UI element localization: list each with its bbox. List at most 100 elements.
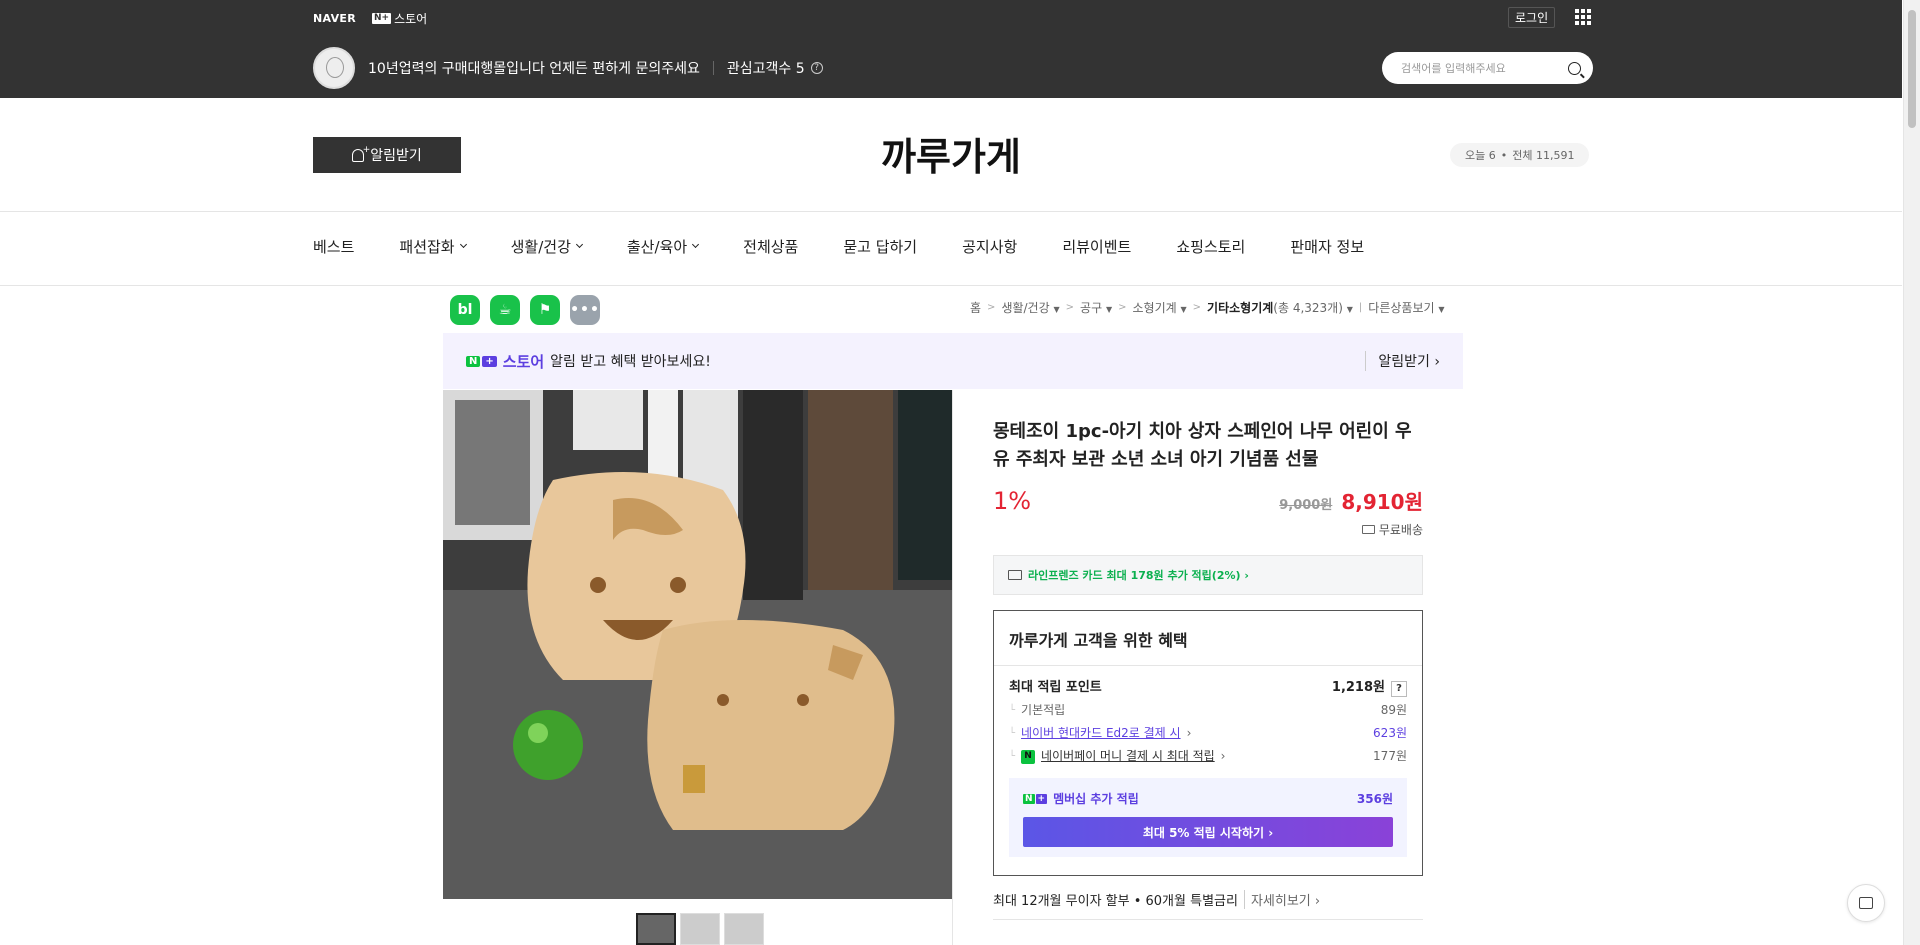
basic-points-row: └ 기본적립 89원 [1009,699,1407,722]
npay-value: 177원 [1373,749,1407,763]
nav-item-qna[interactable]: 묻고 답하기 [843,236,917,257]
card-benefit[interactable]: 라인프렌즈 카드 최대 178원 추가 적립(2%) › [993,555,1423,595]
nav-item-review-event[interactable]: 리뷰이벤트 [1062,236,1131,257]
chevron-down-icon [692,240,700,249]
chevron-right-icon: > [1065,302,1075,313]
npay-row: └ N 네이버페이 머니 결제 시 최대 적립 › 177원 [1009,745,1407,768]
favorite-count: 관심고객수 5 ? [727,58,823,78]
nplus-icon: N+ [1023,793,1048,804]
visit-total: 전체 11,591 [1512,149,1575,162]
nstore-promo-banner: N + 스토어 알림 받고 혜택 받아보세요! 알림받기 › [443,333,1463,389]
share-icon [1859,897,1873,909]
shipping-label: 무료배송 [1378,523,1423,537]
installment-detail-link[interactable]: 자세히보기 › [1243,890,1320,909]
nplus-store-logo: N + 스토어 [466,351,544,372]
cafe-share-icon[interactable]: ☕ [490,295,520,325]
product-photo [443,390,952,899]
product-info: 몽테조이 1pc-아기 치아 상자 스페인어 나무 어린이 우유 주최자 보관 … [993,418,1423,920]
nav-item-living[interactable]: 생활/건강 [511,236,583,257]
help-icon[interactable]: ? [810,62,823,74]
truck-icon [1361,525,1375,534]
npay-link[interactable]: 네이버페이 머니 결제 시 최대 적립 [1041,745,1215,768]
other-products-link[interactable]: 다른상품보기 ▼ [1368,299,1444,316]
membership-box: N + 멤버십 추가 적립 356원 최대 5% 적립 시작하기 › [1009,778,1407,857]
visit-count: 오늘 6 • 전체 11,591 [1450,143,1590,167]
price-row: 1% 9,000원 8,910원 [993,486,1423,515]
category-nav: 베스트 패션잡화 생활/건강 출산/육아 전체상품 묻고 답하기 공지사항 리뷰… [313,236,1364,257]
membership-label: 멤버십 추가 적립 [1053,792,1139,806]
hyundai-card-value: 623원 [1373,726,1407,740]
benefit-title: 까루가게 고객을 위한 혜택 [1009,631,1188,650]
share-icons: bl ☕ ⚑ ••• [450,295,600,325]
thumbnail[interactable] [724,913,764,945]
search-bar [1382,52,1593,84]
divider [0,211,1902,212]
divider [952,390,953,945]
chevron-down-icon [459,240,467,249]
brand-row: NAVER N+ 스토어 [313,10,427,26]
product-image[interactable] [443,390,952,899]
nstore-logo[interactable]: N+ 스토어 [371,10,428,27]
store-title[interactable]: 까루가게 [0,126,1902,181]
nav-item-baby[interactable]: 출산/육아 [627,236,700,257]
search-input[interactable] [1401,61,1561,75]
promo-alert-link[interactable]: 알림받기 › [1365,351,1440,371]
product-title: 몽테조이 1pc-아기 치아 상자 스페인어 나무 어린이 우유 주최자 보관 … [993,421,1412,470]
chevron-right-icon: > [987,302,996,313]
apps-grid-icon[interactable] [1575,9,1591,25]
naver-logo[interactable]: NAVER [313,12,356,25]
customer-benefit-box: 까루가게 고객을 위한 혜택 최대 적립 포인트 1,218원? └ 기본적립 8… [993,610,1423,876]
nav-item-shopping-story[interactable]: 쇼핑스토리 [1176,236,1245,257]
nplus-icon: N+ [371,12,392,24]
max-points-label: 최대 적립 포인트 [1009,680,1102,695]
breadcrumb-c3[interactable]: 소형기계 ▼ [1133,299,1187,316]
original-price: 9,000원 [1279,498,1333,513]
login-button[interactable]: 로그인 [1508,7,1556,28]
chevron-down-icon [575,240,583,249]
installment-label: 최대 12개월 무이자 할부 • 60개월 특별금리 [993,894,1238,909]
visit-today: 오늘 6 [1465,149,1496,162]
basic-points-value: 89원 [1380,703,1407,717]
more-share-icon[interactable]: ••• [570,295,600,325]
store-avatar[interactable] [313,47,355,89]
divider [0,285,1902,286]
nstore-label: 스토어 [394,11,428,26]
scrollbar-thumb[interactable] [1908,10,1916,128]
store-description: 10년업력의 구매대행몰입니다 언제든 편하게 문의주세요 [368,61,700,77]
nav-item-seller-info[interactable]: 판매자 정보 [1290,236,1364,257]
breadcrumb-c4[interactable]: 기타소형기계(총 4,323개) ▼ [1207,299,1353,316]
breadcrumb-home[interactable]: 홈 [970,299,981,316]
nav-item-fashion[interactable]: 패션잡화 [399,236,467,257]
divider [712,61,714,75]
nav-item-all-products[interactable]: 전체상품 [743,236,798,257]
credit-card-icon [1008,570,1022,580]
blog-share-icon[interactable]: bl [450,295,480,325]
scrollbar[interactable] [1903,0,1920,945]
nav-item-notice[interactable]: 공지사항 [962,236,1017,257]
share-floating-button[interactable] [1847,884,1885,922]
hyundai-card-link[interactable]: 네이버 현대카드 Ed2로 결제 시 [1021,722,1181,745]
discount-rate: 1% [993,487,1032,515]
store-profile-row: 10년업력의 구매대행몰입니다 언제든 편하게 문의주세요 관심고객수 5 ? [313,47,823,89]
installment-info: 최대 12개월 무이자 할부 • 60개월 특별금리 자세히보기 › [993,890,1423,909]
basic-points-label: 기본적립 [1021,703,1066,717]
membership-start-button[interactable]: 최대 5% 적립 시작하기 › [1023,817,1393,847]
breadcrumb-c1[interactable]: 생활/건강 ▼ [1001,299,1059,316]
thumbnail[interactable] [636,913,676,945]
bookmark-share-icon[interactable]: ⚑ [530,295,560,325]
search-icon[interactable] [1568,61,1581,75]
breadcrumb-c2[interactable]: 공구 ▼ [1080,299,1112,316]
max-points-row: 최대 적립 포인트 1,218원? [1009,676,1407,699]
thumbnail[interactable] [680,913,720,945]
product-thumbnails [636,913,764,945]
max-points-value: 1,218원 [1331,680,1385,695]
top-header: NAVER N+ 스토어 로그인 10년업력의 구매대행몰입니다 언제든 편하게… [0,0,1902,98]
chevron-right-icon: > [1118,302,1127,313]
help-icon[interactable]: ? [1391,680,1407,697]
npay-icon: N [1021,749,1036,764]
sale-price: 8,910원 [1341,490,1423,514]
shipping-info: 무료배송 [993,521,1423,538]
nav-item-best[interactable]: 베스트 [313,236,354,257]
membership-value: 356원 [1356,792,1393,806]
hyundai-card-row: └ 네이버 현대카드 Ed2로 결제 시 › 623원 [1009,722,1407,745]
